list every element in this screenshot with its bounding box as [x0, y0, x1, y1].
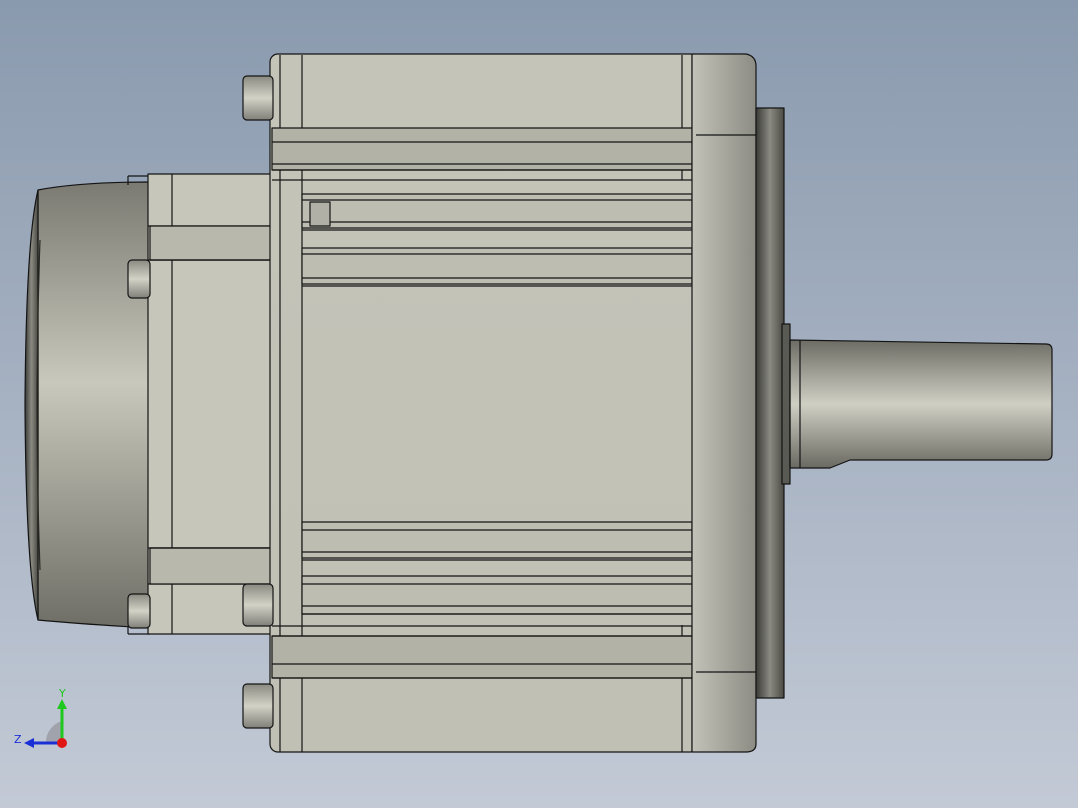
- servo-motor-model[interactable]: [0, 0, 1078, 808]
- z-axis-arrow: [24, 738, 34, 748]
- motor-body: [269, 53, 699, 753]
- bolt-pin: [127, 259, 151, 299]
- bolt-pin: [242, 583, 274, 627]
- bolt-pin: [242, 75, 274, 121]
- encoder-cap: [24, 175, 151, 635]
- z-axis-label: Z: [14, 733, 22, 746]
- bolt-pin: [127, 593, 151, 629]
- x-axis-dot: [57, 738, 67, 748]
- encoder-housing: [147, 173, 275, 635]
- cad-viewport[interactable]: Y Z: [0, 0, 1078, 808]
- bolt-pin: [242, 683, 274, 729]
- output-shaft: [789, 339, 1053, 469]
- y-axis-arrow: [57, 699, 67, 709]
- pilot-boss: [755, 107, 785, 699]
- coordinate-triad: Y Z: [14, 687, 67, 748]
- y-axis-label: Y: [58, 687, 66, 700]
